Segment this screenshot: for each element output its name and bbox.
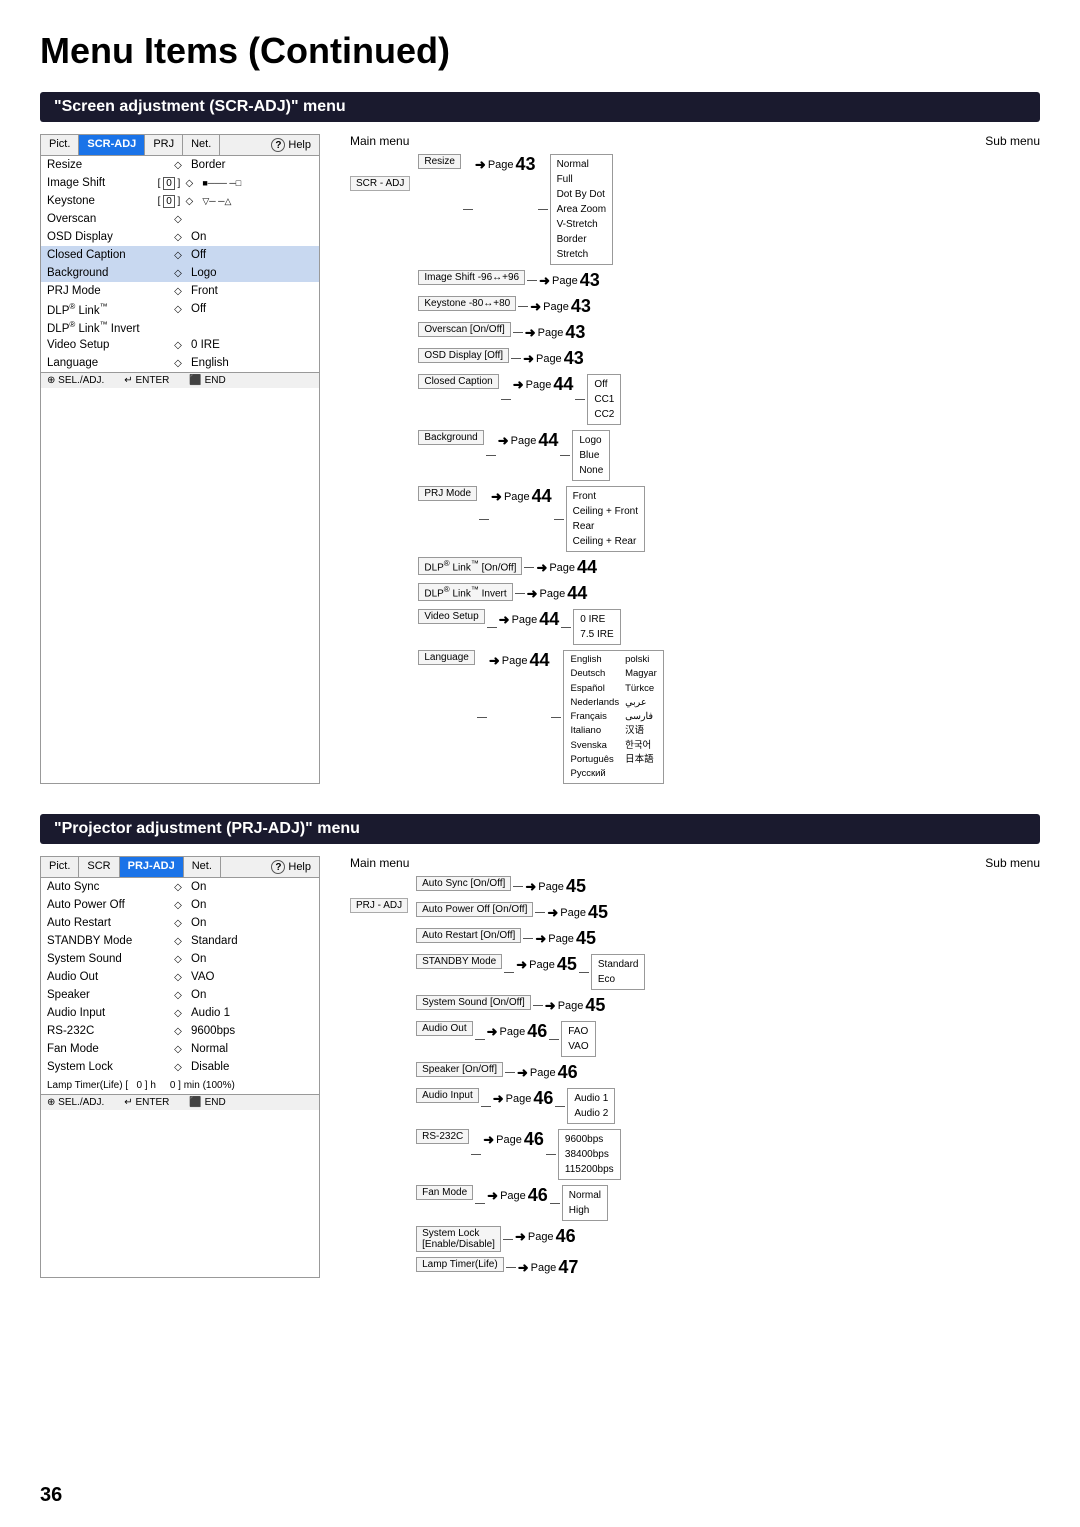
diagram-row-auto-sync: Auto Sync [On/Off] ➜ Page 45 (416, 876, 645, 897)
diagram-row-closed-caption: Closed Caption ➜ Page 44 OffCC1CC2 (418, 374, 663, 425)
menu-row-speaker: Speaker ◇ On (41, 986, 319, 1004)
prj-adj-start-label: PRJ - ADJ (350, 898, 408, 913)
scr-adj-menu-panel: Pict. SCR-ADJ PRJ Net. ? Help Resize ◇ B… (40, 134, 320, 784)
diagram-row-speaker: Speaker [On/Off] ➜ Page 46 (416, 1062, 645, 1083)
menu-row-prj-mode: PRJ Mode ◇ Front (41, 282, 319, 300)
menu-row-auto-restart: Auto Restart ◇ On (41, 914, 319, 932)
menu-row-overscan: Overscan ◇ (41, 210, 319, 228)
tab-net2[interactable]: Net. (184, 857, 221, 877)
tab-help2[interactable]: ? Help (263, 857, 319, 877)
scr-adj-section: "Screen adjustment (SCR-ADJ)" menu Pict.… (40, 92, 1040, 784)
diagram-row-video-setup: Video Setup ➜ Page 44 0 IRE7.5 IRE (418, 609, 663, 645)
diagram-row-overscan: Overscan [On/Off] ➜ Page 43 (418, 322, 663, 343)
tab-pict[interactable]: Pict. (41, 135, 79, 155)
menu-row-osd-display: OSD Display ◇ On (41, 228, 319, 246)
diagram-row-fan-mode: Fan Mode ➜ Page 46 NormalHigh (416, 1185, 645, 1221)
diagram-row-system-lock: System Lock[Enable/Disable] ➜ Page 46 (416, 1226, 645, 1252)
tab-pict2[interactable]: Pict. (41, 857, 79, 877)
diagram-row-prj-mode: PRJ Mode ➜ Page 44 FrontCeiling + FrontR… (418, 486, 663, 552)
menu-row-rs232c: RS-232C ◇ 9600bps (41, 1022, 319, 1040)
scr-adj-start-label: SCR - ADJ (350, 176, 410, 191)
scr-adj-header: "Screen adjustment (SCR-ADJ)" menu (40, 92, 1040, 122)
diagram-row-image-shift: Image Shift -96↔+96 ➜ Page 43 (418, 270, 663, 291)
diagram-row-lamp-timer: Lamp Timer(Life) ➜ Page 47 (416, 1257, 645, 1278)
menu-row-keystone: Keystone [ 0 ] ◇ ▽─ ─△ (41, 192, 319, 210)
tab-prj-adj[interactable]: PRJ-ADJ (120, 857, 184, 877)
menu-row-system-lock: System Lock ◇ Disable (41, 1058, 319, 1076)
prj-adj-tabs: Pict. SCR PRJ-ADJ Net. ? Help (41, 857, 319, 878)
page-title: Menu Items (Continued) (40, 30, 1040, 72)
scr-adj-diagram-header: Main menu Sub menu (350, 134, 1040, 148)
menu-row-auto-sync: Auto Sync ◇ On (41, 878, 319, 896)
scr-adj-rows-col: Resize ➜ Page 43 NormalFullDot By DotAre… (418, 154, 663, 784)
tab-scr2[interactable]: SCR (79, 857, 119, 877)
diagram-row-osd: OSD Display [Off] ➜ Page 43 (418, 348, 663, 369)
prj-adj-diagram: Main menu Sub menu PRJ - ADJ Auto Sync [… (350, 856, 1040, 1278)
menu-row-dlp-link: DLP® Link™ ◇ Off (41, 300, 319, 318)
diagram-row-audio-out: Audio Out ➜ Page 46 FAOVAO (416, 1021, 645, 1057)
diagram-row-language: Language ➜ Page 44 EnglishDeutschEspañol… (418, 650, 663, 784)
prj-adj-rows-col: Auto Sync [On/Off] ➜ Page 45 Auto Power … (416, 876, 645, 1278)
page-number: 36 (40, 1484, 62, 1507)
menu-row-closed-caption: Closed Caption ◇ Off (41, 246, 319, 264)
diagram-row-dlp-link-invert: DLP® Link™ Invert ➜ Page 44 (418, 583, 663, 604)
prj-adj-menu-panel: Pict. SCR PRJ-ADJ Net. ? Help Auto Sync … (40, 856, 320, 1278)
prj-adj-header: "Projector adjustment (PRJ-ADJ)" menu (40, 814, 1040, 844)
diagram-row-system-sound: System Sound [On/Off] ➜ Page 45 (416, 995, 645, 1016)
tab-scr-adj[interactable]: SCR-ADJ (79, 135, 145, 155)
tab-net[interactable]: Net. (183, 135, 220, 155)
prj-adj-menu-footer: ⊕ SEL./ADJ. ↵ ENTER ⬛ END (41, 1094, 319, 1110)
menu-row-resize: Resize ◇ Border (41, 156, 319, 174)
diagram-row-resize: Resize ➜ Page 43 NormalFullDot By DotAre… (418, 154, 663, 265)
menu-row-background: Background ◇ Logo (41, 264, 319, 282)
prj-adj-section: "Projector adjustment (PRJ-ADJ)" menu Pi… (40, 814, 1040, 1278)
diagram-row-dlp-link: DLP® Link™ [On/Off] ➜ Page 44 (418, 557, 663, 578)
menu-row-system-sound: System Sound ◇ On (41, 950, 319, 968)
menu-row-lamp-timer: Lamp Timer(Life) [ 0 ] h 0 ] min (100%) (41, 1076, 319, 1094)
help-icon2: ? (271, 860, 285, 874)
scr-adj-menu-footer: ⊕ SEL./ADJ. ↵ ENTER ⬛ END (41, 372, 319, 388)
scr-adj-tabs: Pict. SCR-ADJ PRJ Net. ? Help (41, 135, 319, 156)
diagram-row-auto-restart: Auto Restart [On/Off] ➜ Page 45 (416, 928, 645, 949)
menu-row-dlp-link-invert: DLP® Link™ Invert (41, 318, 319, 336)
scr-adj-start-col: SCR - ADJ (350, 154, 410, 784)
prj-adj-diagram-body: PRJ - ADJ Auto Sync [On/Off] ➜ Page 45 (350, 876, 1040, 1278)
menu-row-standby-mode: STANDBY Mode ◇ Standard (41, 932, 319, 950)
diagram-row-auto-power-off: Auto Power Off [On/Off] ➜ Page 45 (416, 902, 645, 923)
diagram-row-standby: STANDBY Mode ➜ Page 45 StandardEco (416, 954, 645, 990)
diagram-row-audio-input: Audio Input ➜ Page 46 Audio 1Audio 2 (416, 1088, 645, 1124)
menu-row-audio-out: Audio Out ◇ VAO (41, 968, 319, 986)
menu-row-fan-mode: Fan Mode ◇ Normal (41, 1040, 319, 1058)
diagram-row-rs232c: RS-232C ➜ Page 46 9600bps38400bps115200b… (416, 1129, 645, 1180)
prj-adj-start-col: PRJ - ADJ (350, 876, 408, 1278)
menu-row-audio-input: Audio Input ◇ Audio 1 (41, 1004, 319, 1022)
menu-row-image-shift: Image Shift [ 0 ] ◇ ■─── ─□ (41, 174, 319, 192)
scr-adj-diagram: Main menu Sub menu SCR - ADJ Resize ➜ (350, 134, 1040, 784)
help-icon: ? (271, 138, 285, 152)
menu-row-video-setup: Video Setup ◇ 0 IRE (41, 336, 319, 354)
diagram-row-background: Background ➜ Page 44 LogoBlueNone (418, 430, 663, 481)
tab-help[interactable]: ? Help (263, 135, 319, 155)
tab-prj[interactable]: PRJ (145, 135, 183, 155)
diagram-row-keystone: Keystone -80↔+80 ➜ Page 43 (418, 296, 663, 317)
scr-adj-diagram-body: SCR - ADJ Resize ➜ Page 43 Nor (350, 154, 1040, 784)
menu-row-language: Language ◇ English (41, 354, 319, 372)
menu-row-auto-power-off: Auto Power Off ◇ On (41, 896, 319, 914)
prj-adj-diagram-header: Main menu Sub menu (350, 856, 1040, 870)
